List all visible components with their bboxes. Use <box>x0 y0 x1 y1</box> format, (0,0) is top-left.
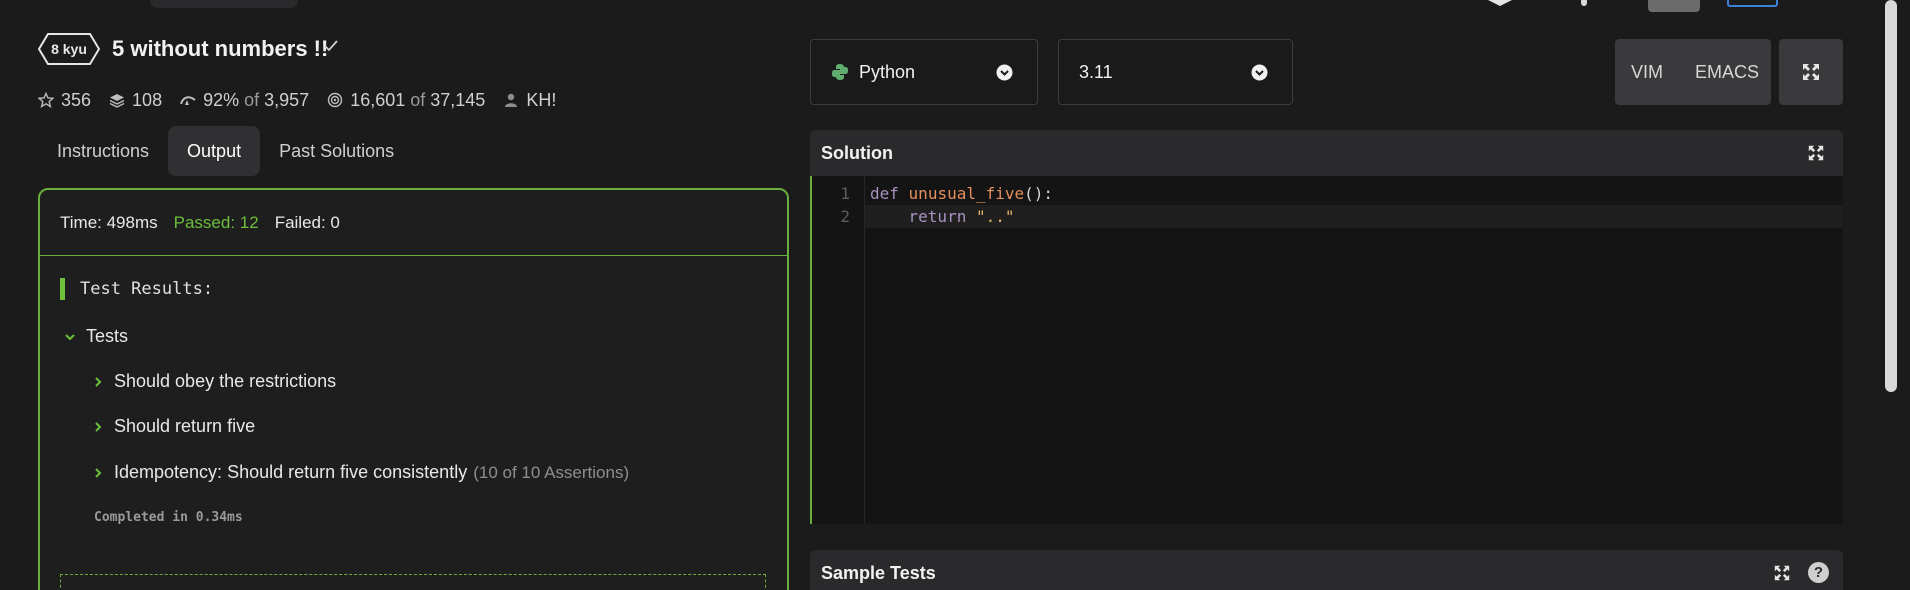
expand-icon <box>1803 64 1819 80</box>
test-item-label: Should obey the restrictions <box>114 371 337 391</box>
kata-tabs: Instructions Output Past Solutions <box>38 126 413 176</box>
fullscreen-button[interactable] <box>1779 39 1843 105</box>
code-punct: (): <box>1024 184 1054 203</box>
tab-output[interactable]: Output <box>168 126 261 176</box>
stars-stat[interactable]: 356 <box>38 90 91 111</box>
completed-count: 16,601 <box>350 89 406 110</box>
nav-button[interactable] <box>1727 0 1778 7</box>
author-stat[interactable]: KH! <box>503 90 556 111</box>
test-item-label: Idempotency: Should return five consiste… <box>114 462 468 482</box>
line-gutter: 1 2 <box>812 176 865 524</box>
language-value: Python <box>859 61 916 82</box>
satisfaction-stat: 92% of 3,957 <box>180 90 309 111</box>
expand-icon[interactable] <box>1773 564 1791 582</box>
chevron-right-icon <box>95 467 102 478</box>
language-select[interactable]: Python <box>810 39 1038 105</box>
test-group-label: Tests <box>86 326 129 346</box>
test-item[interactable]: Should return five <box>90 416 255 437</box>
vim-button[interactable]: VIM <box>1615 62 1679 83</box>
code-line: return ".." <box>870 205 1015 228</box>
line-number: 2 <box>840 207 850 226</box>
test-item[interactable]: Should obey the restrictions <box>90 371 336 392</box>
of-label: of <box>244 89 260 110</box>
test-group[interactable]: Tests <box>62 326 128 347</box>
avatar[interactable] <box>1648 0 1700 12</box>
check-icon <box>324 40 338 52</box>
completion-stat: 16,601 of 37,145 <box>327 90 485 111</box>
results-summary: Time: 498ms Passed: 12 Failed: 0 <box>40 190 787 256</box>
thumbs-icon <box>180 96 196 105</box>
bookmark-icon[interactable] <box>1486 0 1514 6</box>
tab-instructions[interactable]: Instructions <box>38 126 168 176</box>
version-value: 3.11 <box>1079 61 1113 82</box>
chevron-circle-down-icon <box>1251 64 1268 81</box>
satisfaction-total: 3,957 <box>264 89 310 110</box>
next-result-box <box>60 574 766 590</box>
code-keyword: return <box>908 207 967 226</box>
user-icon <box>505 93 518 107</box>
scrollbar-thumb[interactable] <box>1885 0 1897 392</box>
solution-header: Solution <box>810 130 1843 176</box>
author-name: KH! <box>526 89 557 110</box>
python-icon <box>832 64 848 80</box>
code-editor[interactable]: 1 2 def unusual_five(): return ".." <box>810 176 1843 524</box>
star-icon <box>38 92 54 108</box>
kata-stats: 356 108 92% of 3,957 16,601 of 37,145 KH… <box>38 88 574 112</box>
solution-title: Solution <box>821 143 893 163</box>
collections-stat[interactable]: 108 <box>109 90 162 111</box>
tab-past-solutions[interactable]: Past Solutions <box>260 126 413 176</box>
completed-in: Completed in 0.34ms <box>94 510 243 525</box>
collections-count: 108 <box>132 89 163 110</box>
satisfaction-pct: 92% <box>203 89 240 110</box>
test-item-label: Should return five <box>114 416 256 436</box>
line-number: 1 <box>840 184 850 203</box>
kata-title: 5 without numbers !! <box>112 36 329 61</box>
keymap-buttons: VIM EMACS <box>1615 39 1771 105</box>
assertion-count: (10 of 10 Assertions) <box>473 462 630 482</box>
emacs-button[interactable]: EMACS <box>1679 62 1775 83</box>
attempted-count: 37,145 <box>430 89 486 110</box>
version-select[interactable]: 3.11 <box>1058 39 1293 105</box>
test-item[interactable]: Idempotency: Should return five consiste… <box>90 462 629 483</box>
help-icon[interactable]: ? <box>1808 562 1829 583</box>
expand-icon[interactable] <box>1807 144 1825 162</box>
layers-icon <box>109 94 125 108</box>
rank-badge: 8 kyu <box>38 33 100 65</box>
sample-tests-title: Sample Tests <box>821 563 936 583</box>
notification-icon[interactable] <box>1581 0 1587 6</box>
chevron-down-icon <box>65 333 75 340</box>
code-string: ".." <box>975 207 1015 226</box>
code-function: unusual_five <box>908 184 1025 203</box>
page-scrollbar[interactable] <box>1882 0 1900 590</box>
code-line: def unusual_five(): <box>870 182 1053 205</box>
code-keyword: def <box>870 184 899 203</box>
sample-tests-header: Sample Tests ? <box>810 550 1843 590</box>
test-results-heading: Test Results: <box>60 278 213 300</box>
target-icon <box>327 92 343 108</box>
chevron-right-icon <box>95 421 102 432</box>
run-time: Time: 498ms <box>60 212 158 232</box>
stars-count: 356 <box>61 89 92 110</box>
of-label: of <box>410 89 426 110</box>
rank-label: 8 kyu <box>51 41 87 57</box>
passed-count: Passed: 12 <box>173 212 259 232</box>
top-bar-stub <box>150 0 298 8</box>
output-panel: Time: 498ms Passed: 12 Failed: 0 Test Re… <box>38 188 789 590</box>
failed-count: Failed: 0 <box>274 212 340 232</box>
chevron-circle-down-icon <box>996 64 1013 81</box>
chevron-right-icon <box>95 376 102 387</box>
